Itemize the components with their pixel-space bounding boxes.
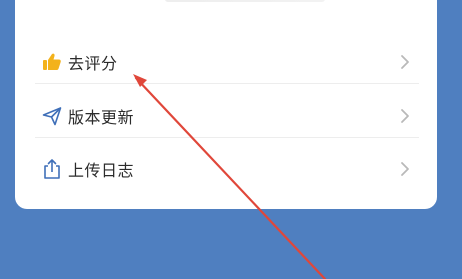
paper-plane-icon — [41, 105, 63, 127]
settings-card: 去评分 版本更新 上传日志 — [15, 0, 437, 209]
menu-item-version-update[interactable]: 版本更新 — [15, 90, 437, 142]
divider — [35, 137, 419, 138]
divider — [35, 83, 419, 84]
chevron-right-icon — [398, 106, 412, 126]
thumbs-up-icon — [41, 51, 63, 73]
menu-item-upload-log[interactable]: 上传日志 — [15, 143, 437, 195]
chevron-right-icon — [398, 52, 412, 72]
cut-off-header — [15, 0, 437, 10]
menu-item-label: 上传日志 — [68, 161, 135, 180]
menu-item-label: 去评分 — [68, 54, 118, 73]
menu-item-rate[interactable]: 去评分 — [15, 36, 437, 88]
app-background: 去评分 版本更新 上传日志 — [0, 0, 462, 279]
chevron-right-icon — [398, 159, 412, 179]
upload-icon — [41, 158, 63, 180]
menu-item-label: 版本更新 — [68, 108, 135, 127]
